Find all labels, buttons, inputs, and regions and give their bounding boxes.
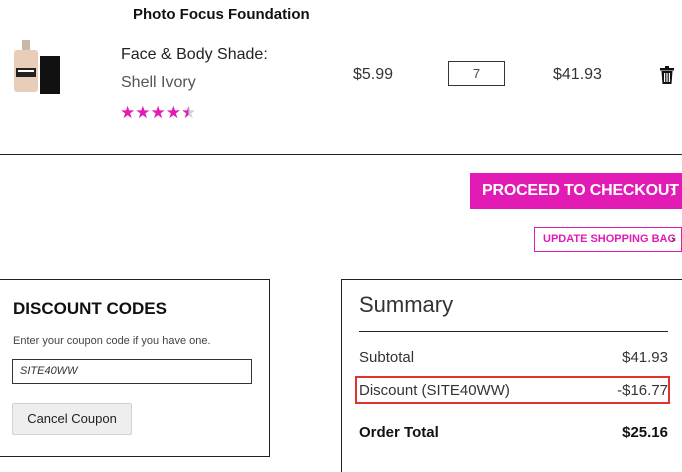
product-name-line1: Face & Body Shade: (121, 46, 268, 63)
proceed-to-checkout-button[interactable]: PROCEED TO CHECKOUT › (470, 173, 682, 209)
star-icon: ★ (165, 103, 181, 122)
summary-divider (359, 331, 668, 332)
product-title[interactable]: Photo Focus Foundation (133, 6, 310, 23)
subtotal-value: $41.93 (622, 349, 668, 366)
checkout-label: PROCEED TO CHECKOUT (482, 182, 679, 199)
order-total-label: Order Total (359, 424, 439, 441)
product-shade: Shell Ivory (121, 74, 196, 91)
rating-stars: ★★★★★ (120, 104, 196, 122)
line-total: $41.93 (553, 66, 602, 83)
cancel-coupon-button[interactable]: Cancel Coupon (12, 403, 132, 435)
subtotal-label: Subtotal (359, 349, 415, 366)
trash-icon[interactable] (660, 66, 674, 84)
discount-value: -$16.77 (617, 382, 668, 399)
discount-label: Discount (SITE40WW) (359, 382, 510, 399)
unit-price: $5.99 (353, 66, 394, 83)
order-total-value: $25.16 (622, 424, 668, 441)
update-label: UPDATE SHOPPING BAG (543, 233, 677, 245)
star-icon: ★ (181, 103, 197, 122)
product-thumbnail[interactable] (10, 40, 66, 96)
star-icon: ★ (135, 103, 151, 122)
divider (0, 154, 682, 155)
coupon-code-input[interactable]: SITE40WW (12, 359, 252, 384)
star-icon: ★ (120, 103, 136, 122)
update-shopping-bag-button[interactable]: UPDATE SHOPPING BAG › (534, 227, 682, 252)
star-icon: ★ (150, 103, 166, 122)
coupon-hint: Enter your coupon code if you have one. (13, 335, 211, 347)
chevron-right-icon: › (671, 232, 675, 246)
summary-title: Summary (359, 292, 454, 317)
quantity-input[interactable]: 7 (448, 61, 505, 86)
discount-codes-title: DISCOUNT CODES (13, 299, 167, 318)
chevron-right-icon: › (670, 181, 676, 201)
